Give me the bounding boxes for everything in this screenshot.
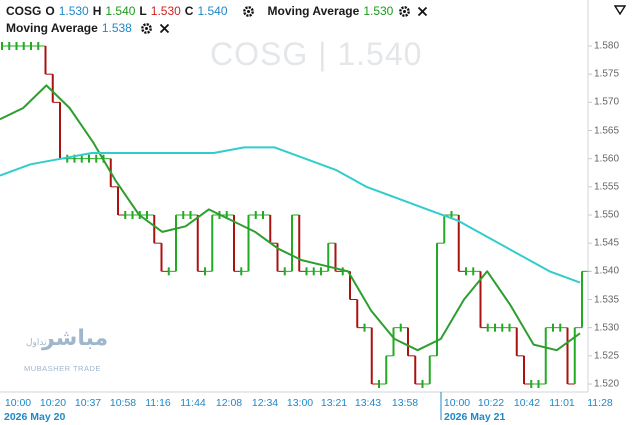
logo-arabic: مباشر — [42, 326, 109, 351]
y-tick-label: 1.530 — [594, 322, 620, 334]
collapse-icon[interactable] — [613, 4, 627, 16]
ma2-value: 1.538 — [101, 21, 132, 35]
ma1-value: 1.530 — [363, 4, 394, 18]
y-tick-label: 1.545 — [594, 237, 620, 249]
legend-close-key: C — [184, 4, 194, 18]
moving-average-lines — [0, 84, 581, 352]
legend-high-value: 1.540 — [105, 4, 136, 18]
legend-open-value: 1.530 — [58, 4, 89, 18]
y-tick-label: 1.540 — [594, 265, 620, 277]
y-tick-label: 1.525 — [594, 350, 620, 362]
y-tick-label: 1.520 — [594, 378, 620, 390]
x-tick-label: 13:43 — [354, 397, 382, 409]
ma2-label: Moving Average — [6, 21, 98, 35]
ma1-label: Moving Average — [267, 4, 360, 18]
x-tick-label: 12:34 — [251, 397, 279, 409]
x-tick-label: 10:37 — [74, 397, 102, 409]
ma2-legend: Moving Average 1.538 — [6, 20, 172, 36]
logo-arabic-small: تداول — [26, 338, 47, 348]
x-tick-label: 10:58 — [109, 397, 137, 409]
legend-low-value: 1.530 — [150, 4, 181, 18]
y-tick-label: 1.560 — [594, 153, 620, 165]
y-tick-label: 1.570 — [594, 96, 620, 108]
x-tick-label: 10:00 — [443, 397, 471, 409]
y-tick-label: 1.575 — [594, 68, 620, 80]
x-tick-label: 10:20 — [39, 397, 67, 409]
x-tick-label: 13:00 — [286, 397, 314, 409]
date-label: 2026 May 21 — [444, 411, 506, 423]
moving-average-fast-line — [0, 84, 581, 352]
y-tick-label: 1.580 — [594, 40, 620, 52]
x-tick-label: 13:58 — [391, 397, 419, 409]
legend-open-key: O — [45, 4, 55, 18]
x-tick-label: 11:44 — [180, 397, 206, 409]
gear-icon[interactable] — [242, 4, 256, 18]
mubasher-logo: مباشر تداول MUBASHER TRADE — [24, 326, 109, 378]
y-tick-label: 1.555 — [594, 181, 620, 193]
x-tick-label: 10:42 — [513, 397, 541, 409]
close-icon[interactable] — [415, 4, 429, 18]
legend-symbol: COSG — [6, 4, 42, 18]
moving-average-slow-line — [0, 146, 581, 284]
date-label: 2026 May 20 — [4, 411, 66, 423]
close-icon[interactable] — [158, 21, 172, 35]
x-tick-label: 11:01 — [549, 397, 575, 409]
ohlc-legend: COSG O 1.530 H 1.540 L 1.530 C 1.540 Moving … — [6, 3, 429, 19]
gear-icon[interactable] — [397, 4, 411, 18]
grid-lines — [588, 45, 592, 385]
x-tick-label: 11:16 — [145, 397, 171, 409]
y-tick-label: 1.550 — [594, 209, 620, 221]
legend-close-value: 1.540 — [197, 4, 228, 18]
y-tick-label: 1.565 — [594, 125, 620, 136]
y-tick-label: 1.535 — [594, 294, 620, 305]
symbol-watermark: COSG | 1.540 — [210, 36, 423, 72]
x-tick-label: 11:28 — [587, 397, 613, 409]
logo-latin: MUBASHER TRADE — [24, 364, 101, 373]
x-tick-label: 12:08 — [215, 397, 243, 409]
x-tick-label: 10:22 — [477, 397, 505, 409]
x-tick-label: 10:00 — [4, 397, 32, 409]
legend-low-key: L — [139, 4, 147, 18]
x-tick-label: 13:21 — [320, 397, 348, 409]
gear-icon[interactable] — [140, 21, 154, 35]
legend-high-key: H — [92, 4, 102, 18]
